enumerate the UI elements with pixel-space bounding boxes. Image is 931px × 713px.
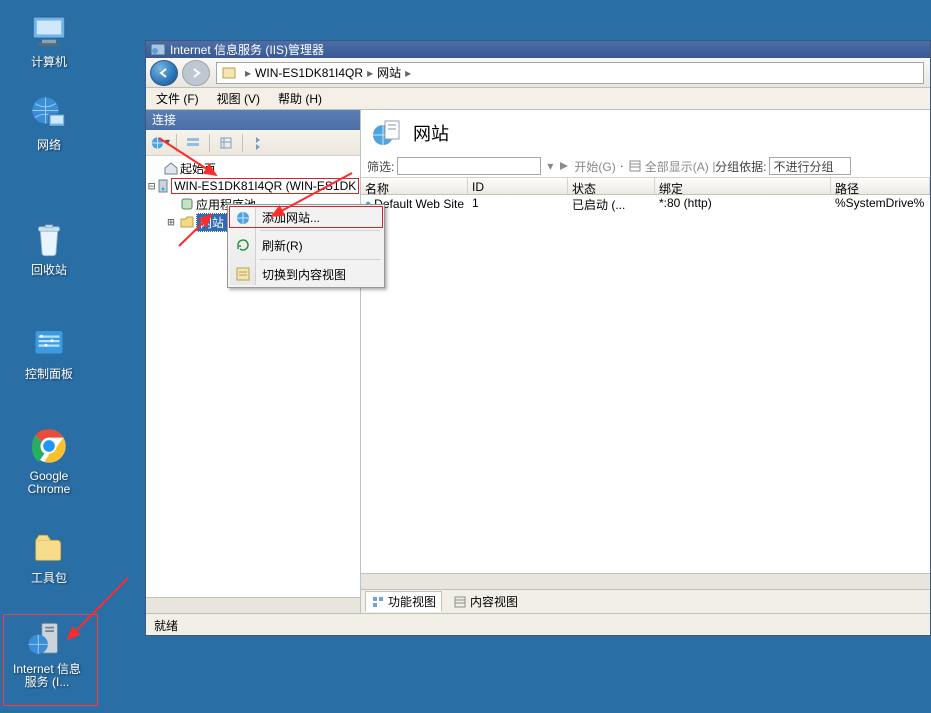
breadcrumb[interactable]: ▸ WIN-ES1DK81I4QR ▸ 网站 ▸ — [216, 62, 924, 84]
collapse-icon[interactable]: ⊟ — [148, 179, 155, 193]
app-icon — [150, 43, 166, 57]
nav-bar: ▸ WIN-ES1DK81I4QR ▸ 网站 ▸ — [146, 58, 930, 88]
filter-label: 筛选: — [367, 158, 394, 175]
ctx-content-view[interactable]: 切换到内容视图 — [230, 263, 382, 285]
desktop-icon-label: 计算机 — [12, 55, 86, 69]
house-icon — [162, 160, 180, 176]
content-icon — [235, 266, 251, 282]
tree-label: WIN-ES1DK81I4QR (WIN-ES1DK — [171, 178, 359, 194]
content-area: 网站 筛选: ▾ 开始(G) · 全部显示(A) | 分组依据: 不进行分组 名… — [361, 110, 930, 613]
nav-forward-button[interactable] — [182, 60, 210, 86]
group-combo[interactable]: 不进行分组 — [769, 157, 851, 175]
tree-start-page[interactable]: 起始页 — [148, 159, 358, 177]
context-menu: 添加网站... 刷新(R) 切换到内容视图 — [227, 204, 385, 288]
desktop-icon-label: 网络 — [12, 138, 86, 152]
grid-body[interactable]: Default Web Site 1 已启动 (... *:80 (http) … — [361, 195, 930, 573]
breadcrumb-server[interactable]: WIN-ES1DK81I4QR — [255, 66, 363, 80]
features-view-tab[interactable]: 功能视图 — [365, 591, 442, 612]
desktop-icon-label: Google Chrome — [12, 470, 86, 496]
desktop-icon-toolkit[interactable]: 工具包 — [12, 526, 86, 585]
server-icon — [155, 178, 171, 194]
filter-show-all[interactable]: 全部显示(A) — [628, 158, 709, 175]
col-bind[interactable]: 绑定 — [655, 178, 831, 194]
features-icon — [371, 595, 385, 609]
content-title: 网站 — [413, 120, 449, 146]
desktop-icon-recycle[interactable]: 回收站 — [12, 218, 86, 277]
col-state[interactable]: 状态 — [568, 178, 655, 194]
title-bar[interactable]: Internet 信息服务 (IIS)管理器 — [146, 41, 930, 58]
breadcrumb-node[interactable]: 网站 — [377, 64, 401, 81]
window-title: Internet 信息服务 (IIS)管理器 — [170, 41, 324, 58]
desktop-icon-computer[interactable]: 计算机 — [12, 10, 86, 69]
connections-title: 连接 — [146, 110, 360, 130]
grid-header: 名称 ID 状态 绑定 路径 — [361, 177, 930, 195]
view-tabs: 功能视图 内容视图 — [361, 589, 930, 613]
connect-button[interactable]: ▾ — [150, 133, 170, 153]
nav-back-button[interactable] — [150, 60, 178, 86]
menu-file[interactable]: 文件 (F) — [152, 88, 203, 109]
menu-view[interactable]: 视图 (V) — [213, 88, 264, 109]
desktop-icon-network[interactable]: 网络 — [12, 93, 86, 152]
sites-icon — [371, 117, 403, 149]
ctx-add-website[interactable]: 添加网站... — [229, 206, 383, 228]
col-id[interactable]: ID — [468, 178, 568, 194]
toolbar-icon[interactable] — [183, 133, 203, 153]
filter-go[interactable]: 开始(G) — [557, 158, 615, 175]
filter-row: 筛选: ▾ 开始(G) · 全部显示(A) | 分组依据: 不进行分组 — [361, 155, 930, 177]
group-label: 分组依据: — [715, 158, 766, 175]
apppool-icon — [178, 196, 196, 212]
folder-icon — [178, 214, 196, 230]
desktop-icon-label: 控制面板 — [12, 367, 86, 381]
breadcrumb-home-icon — [219, 64, 239, 82]
status-bar: 就绪 — [146, 613, 930, 635]
content-view-tab[interactable]: 内容视图 — [448, 592, 523, 611]
globe-icon — [235, 210, 251, 226]
tree-label: 起始页 — [180, 160, 216, 177]
menu-bar: 文件 (F) 视图 (V) 帮助 (H) — [146, 88, 930, 110]
refresh-icon — [235, 237, 251, 253]
filter-input[interactable] — [397, 157, 541, 175]
connections-toolbar: ▾ — [146, 130, 360, 156]
expand-icon[interactable]: ⊞ — [164, 215, 178, 229]
desktop-icon-control[interactable]: 控制面板 — [12, 322, 86, 381]
desktop-icon-label: Internet 信息服务 (I... — [10, 663, 84, 689]
desktop-icon-label: 回收站 — [12, 263, 86, 277]
horizontal-scrollbar[interactable] — [361, 573, 930, 589]
toolbar-icon[interactable] — [216, 133, 236, 153]
breadcrumb-separator-icon: ▸ — [245, 66, 251, 80]
col-name[interactable]: 名称 — [361, 178, 468, 194]
menu-help[interactable]: 帮助 (H) — [274, 88, 326, 109]
desktop-icon-iis[interactable]: Internet 信息服务 (I... — [10, 618, 84, 689]
iis-manager-window: Internet 信息服务 (IIS)管理器 ▸ WIN-ES1DK81I4QR… — [145, 40, 931, 636]
toolbar-icon[interactable] — [249, 133, 269, 153]
ctx-refresh[interactable]: 刷新(R) — [230, 234, 382, 256]
desktop-icon-label: 工具包 — [12, 571, 86, 585]
tree-server[interactable]: ⊟ WIN-ES1DK81I4QR (WIN-ES1DK — [148, 177, 358, 195]
breadcrumb-separator-icon: ▸ — [367, 66, 373, 80]
breadcrumb-separator-icon: ▸ — [405, 66, 411, 80]
grid-row[interactable]: Default Web Site 1 已启动 (... *:80 (http) … — [361, 195, 930, 212]
scroll-stub[interactable] — [146, 597, 360, 613]
content-icon — [453, 595, 467, 609]
desktop-icon-chrome[interactable]: Google Chrome — [12, 425, 86, 496]
separator — [260, 259, 380, 260]
connections-pane: 连接 ▾ 起始页 ⊟ WIN-ES1DK81I4QR — [146, 110, 361, 613]
col-path[interactable]: 路径 — [831, 178, 930, 194]
tree-label: 网站 — [196, 213, 228, 232]
separator — [260, 230, 380, 231]
